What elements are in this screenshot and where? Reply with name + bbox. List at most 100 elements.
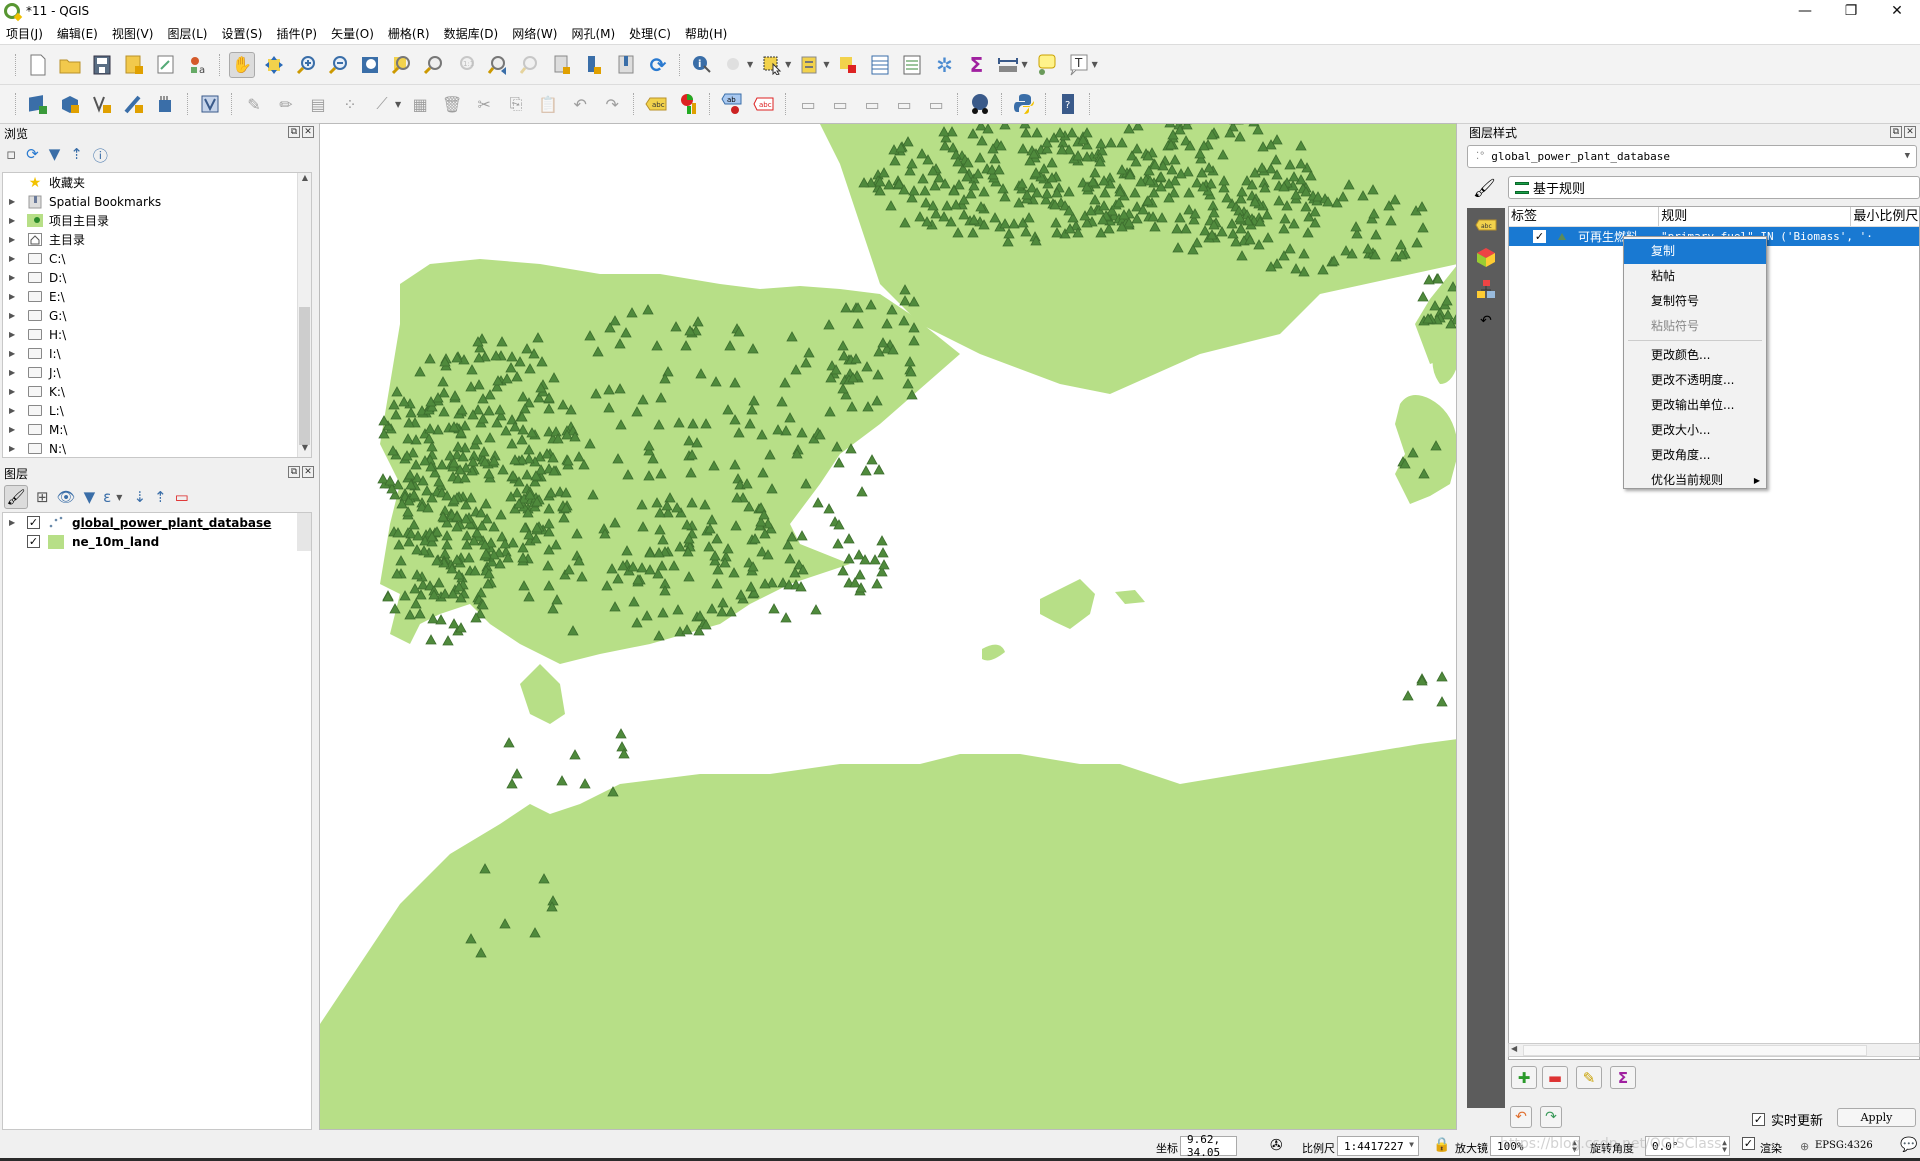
select-features-icon[interactable]: [759, 52, 785, 78]
context-menu-item[interactable]: 更改颜色...: [1624, 343, 1766, 368]
remove-layer-icon[interactable]: ▭: [175, 488, 189, 506]
menu-raster[interactable]: 栅格(R): [388, 25, 430, 42]
vertical-scrollbar[interactable]: ▲ ▼: [297, 173, 311, 457]
python-console-icon[interactable]: [1011, 91, 1037, 117]
edit-rule-button[interactable]: ✎: [1576, 1066, 1602, 1089]
layer-labeling-icon[interactable]: abc: [643, 91, 669, 117]
toggle-extents-icon[interactable]: ✇: [1270, 1136, 1283, 1154]
copy-features-icon[interactable]: ⎘: [503, 91, 529, 117]
menu-plugins[interactable]: 插件(P): [276, 25, 317, 42]
pan-map-icon[interactable]: ✋: [229, 51, 255, 78]
add-point-feature-icon[interactable]: ⁘: [337, 91, 363, 117]
new-temporary-layer-icon[interactable]: [121, 91, 147, 117]
menu-help[interactable]: 帮助(H): [685, 25, 727, 42]
crs-label[interactable]: EPSG:4326: [1815, 1140, 1873, 1151]
rendering-tab-icon[interactable]: [1475, 278, 1497, 300]
menu-layer[interactable]: 图层(L): [167, 25, 207, 42]
float-panel-button[interactable]: ⧉: [288, 126, 300, 138]
edit-label-icon[interactable]: ▭: [923, 91, 949, 117]
refresh-icon[interactable]: ⟳: [26, 145, 39, 166]
expand-arrow-icon[interactable]: ▶: [9, 235, 19, 244]
current-edits-icon[interactable]: ✎: [241, 91, 267, 117]
column-header-rule[interactable]: 规则: [1659, 207, 1852, 226]
close-panel-button[interactable]: ✕: [1904, 126, 1916, 138]
context-menu-item[interactable]: 粘帖: [1624, 264, 1766, 289]
toggle-editing-icon[interactable]: ✏: [273, 91, 299, 117]
rule-checkbox[interactable]: ✓: [1533, 230, 1546, 243]
zoom-out-icon[interactable]: [325, 52, 351, 78]
live-update-checkbox[interactable]: ✓: [1752, 1113, 1765, 1126]
expand-arrow-icon[interactable]: ▶: [9, 273, 19, 282]
coordinate-input[interactable]: 9.62, 34.05: [1180, 1133, 1237, 1159]
cut-features-icon[interactable]: ✂: [471, 91, 497, 117]
browser-item[interactable]: ▶ K:\: [3, 382, 311, 401]
column-header-min-scale[interactable]: 最小比例尺: [1851, 207, 1919, 226]
expand-arrow-icon[interactable]: ▶: [9, 197, 19, 206]
undo-button[interactable]: ↶: [1510, 1106, 1532, 1128]
new-shapefile-layer-icon[interactable]: [89, 91, 115, 117]
collapse-all-icon[interactable]: ⇡: [70, 145, 83, 166]
manage-map-themes-icon[interactable]: 👁: [57, 488, 76, 506]
browser-item[interactable]: ▶ L:\: [3, 401, 311, 420]
expand-arrow-icon[interactable]: ▶: [9, 349, 19, 358]
symbology-brush-icon[interactable]: 🖌: [1473, 178, 1496, 199]
zoom-last-icon[interactable]: [485, 52, 511, 78]
pan-to-selection-icon[interactable]: [261, 52, 287, 78]
redo-icon[interactable]: ↷: [599, 91, 625, 117]
add-selected-layers-icon[interactable]: ▫: [6, 145, 16, 166]
renderer-type-dropdown[interactable]: 基于规则: [1508, 176, 1920, 199]
expand-arrow-icon[interactable]: ▶: [9, 254, 19, 263]
scale-dropdown[interactable]: 1:4417227 ▼: [1337, 1136, 1419, 1156]
render-toggle[interactable]: ✓: [1742, 1137, 1755, 1150]
browser-item[interactable]: ▶ M:\: [3, 420, 311, 439]
context-menu-item[interactable]: 更改不透明度...: [1624, 368, 1766, 393]
zoom-to-selection-icon[interactable]: [389, 52, 415, 78]
browser-item[interactable]: ▶ G:\: [3, 306, 311, 325]
processing-toolbox-icon[interactable]: ✲: [931, 52, 957, 78]
open-project-icon[interactable]: [57, 52, 83, 78]
create-layer-icon[interactable]: [197, 91, 223, 117]
zoom-to-layer-icon[interactable]: [421, 52, 447, 78]
filter-browser-icon[interactable]: ▼: [49, 145, 61, 166]
new-geopackage-layer-icon[interactable]: [57, 91, 83, 117]
menu-settings[interactable]: 设置(S): [222, 25, 263, 42]
context-menu-item[interactable]: 更改角度...: [1624, 443, 1766, 468]
pin-labels-icon[interactable]: ab: [719, 91, 745, 117]
new-project-icon[interactable]: [25, 52, 51, 78]
browser-item[interactable]: ▶ J:\: [3, 363, 311, 382]
help-contents-icon[interactable]: ?: [1055, 91, 1081, 117]
save-as-icon[interactable]: [121, 52, 147, 78]
properties-icon[interactable]: ⓘ: [93, 145, 108, 166]
new-print-layout-icon[interactable]: [153, 52, 179, 78]
menu-mesh[interactable]: 网孔(M): [571, 25, 615, 42]
history-tab-icon[interactable]: ↶: [1475, 310, 1497, 332]
labels-tab-icon[interactable]: abc: [1475, 214, 1497, 236]
add-group-icon[interactable]: ⊞: [36, 488, 49, 506]
zoom-full-icon[interactable]: [357, 52, 383, 78]
style-manager-icon[interactable]: a: [185, 52, 211, 78]
layer-visibility-checkbox[interactable]: ✓: [27, 535, 40, 548]
redo-button[interactable]: ↷: [1540, 1106, 1562, 1128]
filter-by-expression-icon[interactable]: ε: [103, 488, 111, 506]
delete-selected-icon[interactable]: 🗑: [439, 91, 465, 117]
restore-button[interactable]: ❐: [1828, 0, 1874, 22]
menu-database[interactable]: 数据库(D): [444, 25, 499, 42]
3d-view-tab-icon[interactable]: [1475, 246, 1497, 268]
statistical-summary-icon[interactable]: Σ: [963, 52, 989, 78]
crs-globe-icon[interactable]: ⊕: [1800, 1140, 1809, 1153]
browser-item[interactable]: ★ 收藏夹: [3, 173, 311, 192]
show-bookmarks-icon[interactable]: [613, 52, 639, 78]
menu-view[interactable]: 视图(V): [112, 25, 154, 42]
browser-item[interactable]: ▶ Spatial Bookmarks: [3, 192, 311, 211]
close-button[interactable]: ✕: [1874, 0, 1920, 22]
zoom-native-icon[interactable]: 1:1: [453, 52, 479, 78]
move-label-icon[interactable]: ▭: [827, 91, 853, 117]
modify-attributes-icon[interactable]: ▦: [407, 91, 433, 117]
browser-item[interactable]: ▶ N:\: [3, 439, 311, 457]
browser-item[interactable]: ▶ D:\: [3, 268, 311, 287]
apply-button[interactable]: Apply: [1837, 1108, 1916, 1127]
collapse-all-icon[interactable]: ⇡: [154, 488, 167, 506]
expand-arrow-icon[interactable]: ▶: [9, 425, 19, 434]
layer-visibility-checkbox[interactable]: ✓: [27, 516, 40, 529]
metasearch-icon[interactable]: [967, 91, 993, 117]
